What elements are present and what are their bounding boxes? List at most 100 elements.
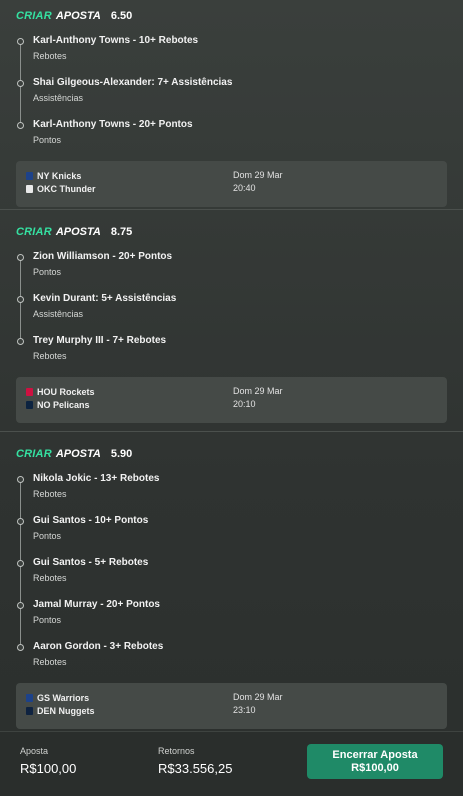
- leg-dot-icon: [17, 122, 24, 129]
- leg-title: Shai Gilgeous-Alexander: 7+ Assistências: [33, 77, 233, 88]
- team-logo-icon: [26, 387, 33, 396]
- bet-leg: Nikola Jokic - 13+ Rebotes Rebotes: [16, 473, 447, 515]
- leg-title: Gui Santos - 5+ Rebotes: [33, 557, 149, 568]
- returns-value: R$33.556,25: [158, 761, 233, 776]
- bet-leg: Gui Santos - 5+ Rebotes Rebotes: [16, 557, 447, 599]
- criar-label: CRIAR: [16, 226, 52, 238]
- bet-header: CRIAR APOSTA 6.50: [16, 9, 447, 23]
- home-team-name: NY Knicks: [37, 170, 82, 181]
- bet-odds: 6.50: [110, 10, 133, 22]
- aposta-label: APOSTA: [55, 10, 101, 22]
- leg-market: Assistências: [33, 93, 84, 103]
- leg-title: Nikola Jokic - 13+ Rebotes: [33, 473, 160, 484]
- leg-title: Jamal Murray - 20+ Pontos: [33, 599, 160, 610]
- cashout-value: R$100,00: [351, 761, 399, 774]
- away-team: DEN Nuggets: [26, 704, 233, 717]
- bet-leg: Aaron Gordon - 3+ Rebotes Rebotes: [16, 641, 447, 683]
- bet-slip-panel: CRIAR APOSTA 6.50 Karl-Anthony Towns - 1…: [0, 0, 463, 796]
- bet-odds: 8.75: [110, 226, 133, 238]
- match-date: Dom 29 Mar: [233, 386, 283, 396]
- match-datetime: Dom 29 Mar 20:10: [233, 385, 437, 415]
- leg-market: Rebotes: [33, 573, 67, 583]
- match-info[interactable]: HOU Rockets NO Pelicans Dom 29 Mar 20:10: [16, 377, 447, 423]
- returns-block: Retornos R$33.556,25: [158, 746, 232, 776]
- leg-market: Pontos: [33, 531, 62, 541]
- criar-label: CRIAR: [16, 448, 52, 460]
- bet-legs: Karl-Anthony Towns - 10+ Rebotes Rebotes…: [16, 35, 447, 161]
- bet-leg: Jamal Murray - 20+ Pontos Pontos: [16, 599, 447, 641]
- home-team-name: HOU Rockets: [37, 386, 95, 397]
- leg-title: Karl-Anthony Towns - 20+ Pontos: [33, 119, 193, 130]
- leg-market: Pontos: [33, 135, 62, 145]
- match-time: 23:10: [233, 705, 256, 715]
- bet-leg: Gui Santos - 10+ Pontos Pontos: [16, 515, 447, 557]
- leg-dot-icon: [17, 80, 24, 87]
- match-time: 20:10: [233, 399, 256, 409]
- bet-card: CRIAR APOSTA 8.75 Zion Williamson - 20+ …: [0, 210, 463, 432]
- bet-legs: Zion Williamson - 20+ Pontos Pontos Kevi…: [16, 251, 447, 377]
- team-logo-icon: [26, 184, 33, 193]
- bet-leg: Kevin Durant: 5+ Assistências Assistênci…: [16, 293, 447, 335]
- leg-title: Trey Murphy III - 7+ Rebotes: [33, 335, 167, 346]
- team-logo-icon: [26, 693, 33, 702]
- match-info[interactable]: NY Knicks OKC Thunder Dom 29 Mar 20:40: [16, 161, 447, 207]
- match-teams: NY Knicks OKC Thunder: [26, 169, 233, 199]
- stake-block: Aposta R$100,00: [20, 746, 76, 776]
- bet-header: CRIAR APOSTA 5.90: [16, 447, 447, 461]
- aposta-label: APOSTA: [55, 226, 101, 238]
- leg-market: Pontos: [33, 615, 62, 625]
- cashout-button[interactable]: Encerrar Aposta R$100,00: [307, 744, 443, 779]
- leg-title: Zion Williamson - 20+ Pontos: [33, 251, 173, 262]
- bet-leg: Trey Murphy III - 7+ Rebotes Rebotes: [16, 335, 447, 377]
- bet-card: CRIAR APOSTA 5.90 Nikola Jokic - 13+ Reb…: [0, 432, 463, 737]
- bet-odds: 5.90: [110, 448, 133, 460]
- leg-market: Assistências: [33, 309, 84, 319]
- leg-market: Rebotes: [33, 351, 67, 361]
- home-team-name: GS Warriors: [37, 692, 90, 703]
- match-datetime: Dom 29 Mar 23:10: [233, 691, 437, 721]
- leg-market: Pontos: [33, 267, 62, 277]
- match-info[interactable]: GS Warriors DEN Nuggets Dom 29 Mar 23:10: [16, 683, 447, 729]
- leg-dot-icon: [17, 38, 24, 45]
- match-teams: HOU Rockets NO Pelicans: [26, 385, 233, 415]
- away-team-name: OKC Thunder: [37, 183, 96, 194]
- away-team: OKC Thunder: [26, 182, 233, 195]
- home-team: HOU Rockets: [26, 385, 233, 398]
- leg-market: Rebotes: [33, 657, 67, 667]
- leg-dot-icon: [17, 338, 24, 345]
- bet-leg: Shai Gilgeous-Alexander: 7+ Assistências…: [16, 77, 447, 119]
- leg-dot-icon: [17, 644, 24, 651]
- bet-footer: Aposta R$100,00 Retornos R$33.556,25 Enc…: [0, 731, 463, 796]
- bet-leg: Karl-Anthony Towns - 10+ Rebotes Rebotes: [16, 35, 447, 77]
- match-time: 20:40: [233, 183, 256, 193]
- criar-label: CRIAR: [16, 10, 52, 22]
- stake-label: Aposta: [20, 746, 49, 756]
- away-team-name: DEN Nuggets: [37, 705, 95, 716]
- match-date: Dom 29 Mar: [233, 692, 283, 702]
- leg-dot-icon: [17, 518, 24, 525]
- bet-leg: Karl-Anthony Towns - 20+ Pontos Pontos: [16, 119, 447, 161]
- match-datetime: Dom 29 Mar 20:40: [233, 169, 437, 199]
- match-teams: GS Warriors DEN Nuggets: [26, 691, 233, 721]
- team-logo-icon: [26, 706, 33, 715]
- home-team: GS Warriors: [26, 691, 233, 704]
- leg-market: Rebotes: [33, 51, 67, 61]
- bet-legs: Nikola Jokic - 13+ Rebotes Rebotes Gui S…: [16, 473, 447, 683]
- leg-title: Gui Santos - 10+ Pontos: [33, 515, 149, 526]
- bet-card: CRIAR APOSTA 6.50 Karl-Anthony Towns - 1…: [0, 0, 463, 210]
- returns-label: Retornos: [158, 746, 195, 756]
- team-logo-icon: [26, 171, 33, 180]
- home-team: NY Knicks: [26, 169, 233, 182]
- leg-title: Aaron Gordon - 3+ Rebotes: [33, 641, 164, 652]
- leg-dot-icon: [17, 296, 24, 303]
- away-team: NO Pelicans: [26, 398, 233, 411]
- leg-market: Rebotes: [33, 489, 67, 499]
- bet-leg: Zion Williamson - 20+ Pontos Pontos: [16, 251, 447, 293]
- stake-value: R$100,00: [20, 761, 77, 776]
- team-logo-icon: [26, 400, 33, 409]
- aposta-label: APOSTA: [55, 448, 101, 460]
- leg-dot-icon: [17, 254, 24, 261]
- match-date: Dom 29 Mar: [233, 170, 283, 180]
- leg-dot-icon: [17, 476, 24, 483]
- cashout-label: Encerrar Aposta: [332, 748, 418, 761]
